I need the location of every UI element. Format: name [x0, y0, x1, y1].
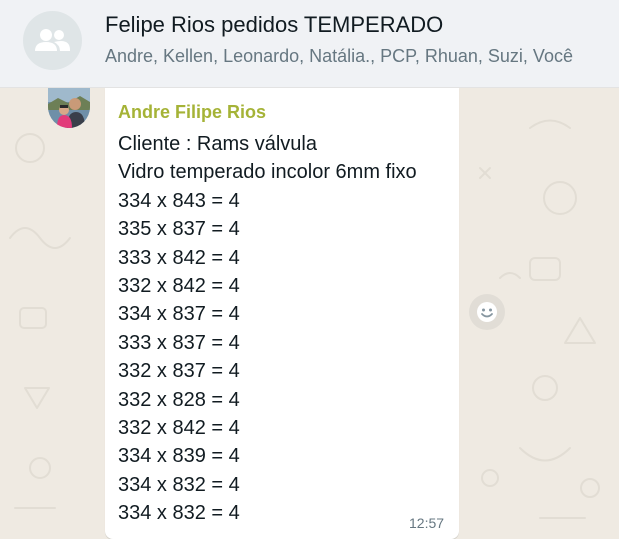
message-timestamp: 12:57: [409, 515, 445, 531]
sender-photo: [48, 88, 90, 128]
message-line: 332 x 842 = 4: [118, 417, 240, 440]
react-button[interactable]: [469, 294, 505, 330]
sender-avatar[interactable]: [48, 88, 90, 128]
message-line: Vidro temperado incolor 6mm fixo: [118, 161, 417, 184]
message-line: 334 x 832 = 4: [118, 473, 240, 496]
message-line: 332 x 828 = 4: [118, 388, 240, 411]
message-line: 332 x 842 = 4: [118, 275, 240, 298]
message-line: Cliente : Rams válvula: [118, 133, 317, 155]
message-line: 335 x 837 = 4: [118, 218, 240, 241]
message-line: 334 x 843 = 4: [118, 189, 240, 212]
message-line: 334 x 839 = 4: [118, 445, 240, 468]
message-text: Cliente : Rams válvula Vidro temperado i…: [118, 130, 417, 528]
emoji-smile-icon: [477, 302, 497, 322]
chat-title[interactable]: Felipe Rios pedidos TEMPERADO: [105, 12, 443, 38]
group-avatar[interactable]: [23, 11, 82, 70]
message-line: 333 x 837 = 4: [118, 331, 240, 354]
group-icon: [35, 29, 70, 51]
message-line: 334 x 837 = 4: [118, 303, 240, 326]
message-line: 334 x 832 = 4: [118, 502, 240, 525]
sender-name[interactable]: Andre Filipe Rios: [118, 102, 266, 123]
chat-header[interactable]: Felipe Rios pedidos TEMPERADO Andre, Kel…: [0, 0, 619, 88]
message-line: 333 x 842 = 4: [118, 246, 240, 269]
message-line: 332 x 837 = 4: [118, 360, 240, 383]
message-bubble[interactable]: Andre Filipe Rios Cliente : Rams válvula…: [105, 88, 459, 539]
group-members-list: Andre, Kellen, Leonardo, Natália., PCP, …: [105, 46, 573, 66]
